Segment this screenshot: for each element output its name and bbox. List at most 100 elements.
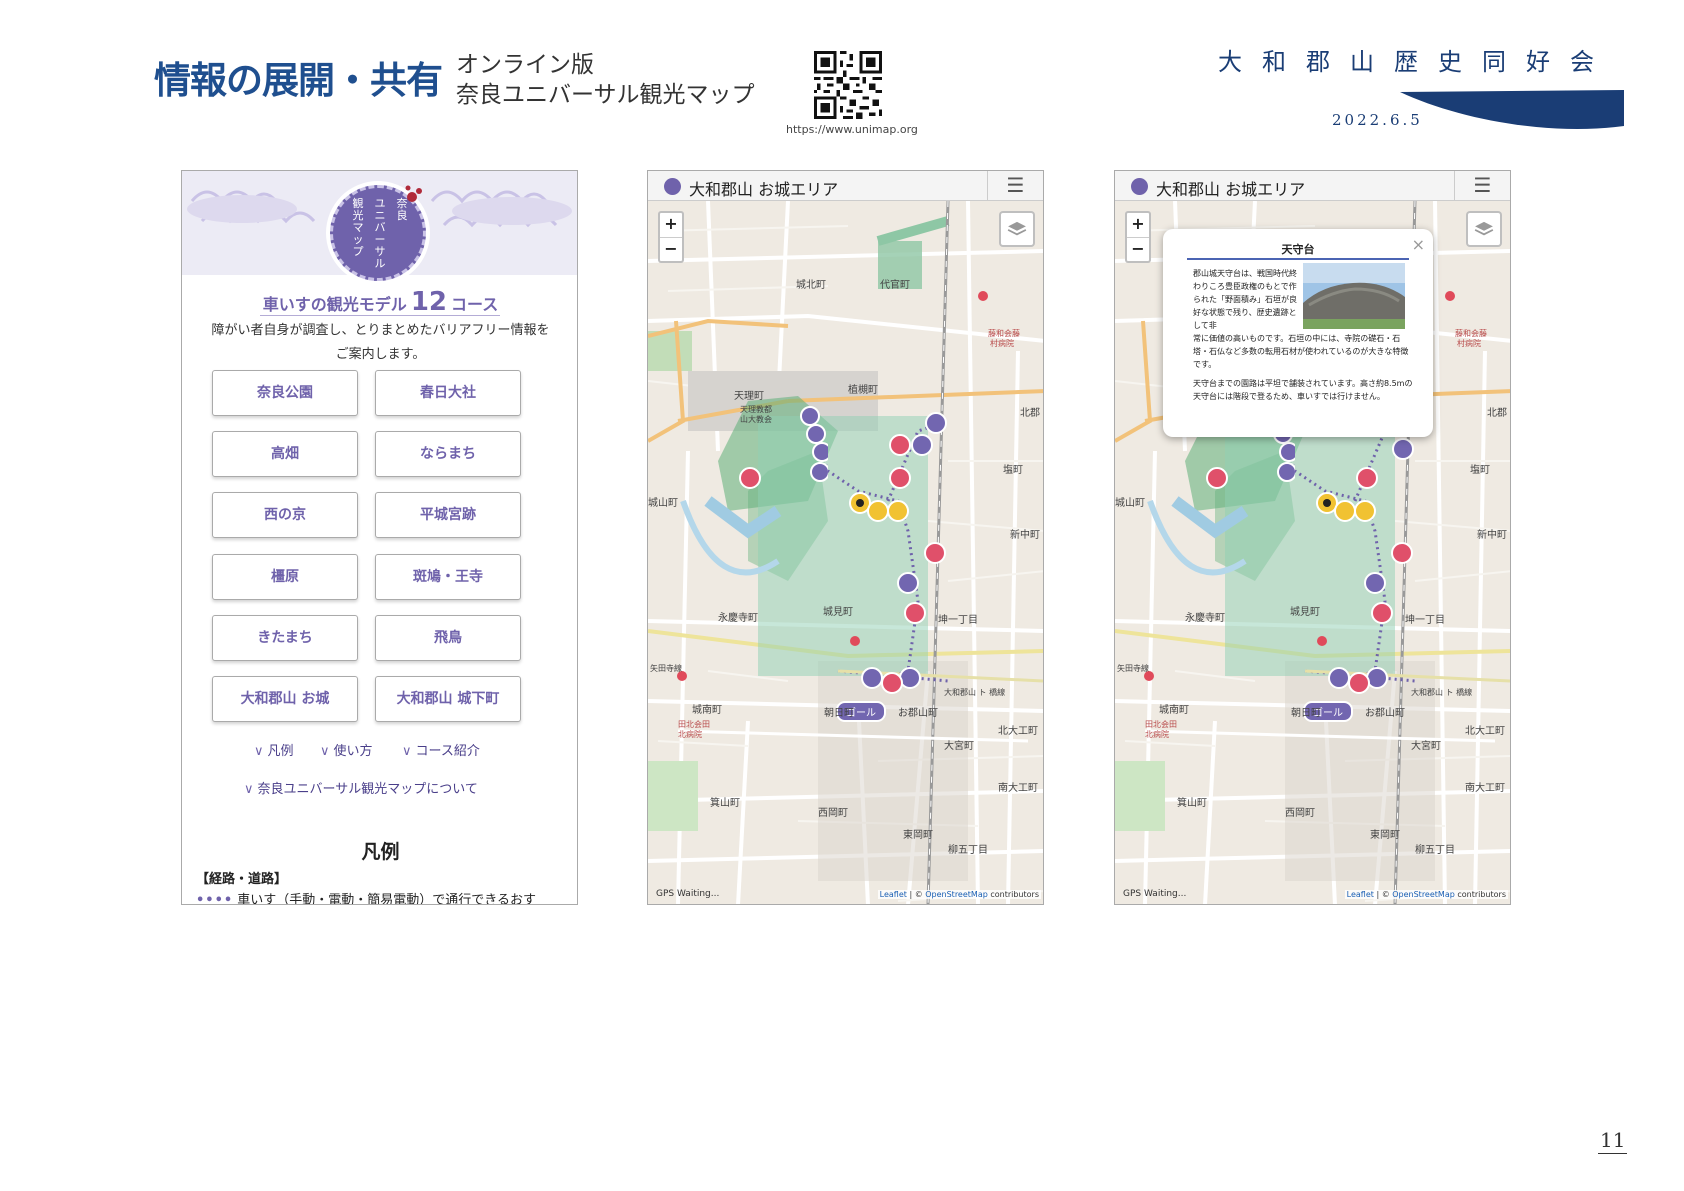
map-label-ojoshita: お郡山町 [898, 708, 938, 719]
attribution-separator: | © [906, 890, 926, 899]
attribution-separator: | © [1373, 890, 1393, 899]
map-label-nishioka: 西岡町 [818, 808, 848, 819]
site-logo-icon [1131, 178, 1148, 195]
close-icon[interactable]: × [1412, 235, 1425, 254]
map-label-higashioka: 東岡町 [1370, 830, 1400, 841]
map-label-rail: 大和郡山 ト 橋線 [1411, 688, 1473, 697]
zoom-control: + − [658, 211, 684, 263]
map-header: 大和郡山 お城エリア ☰ [1115, 171, 1510, 201]
course-button-heijo-palace[interactable]: 平城宮跡 [375, 492, 521, 538]
heading-suffix: コース [451, 295, 499, 314]
wheelchair-pin-icon[interactable] [1205, 466, 1229, 492]
map-label-shinchu: 新中町 [1477, 530, 1507, 541]
wheelchair-pin-icon[interactable] [1390, 541, 1414, 567]
page-number: 11 [1598, 1128, 1628, 1154]
heading-underline [260, 315, 500, 316]
course-button-koriyama-castle[interactable]: 大和郡山 お城 [212, 676, 358, 722]
popup-accessibility-note: 天守台までの園路は平坦で舗装されています。高さ約8.5mの天守台には階段で登るた… [1193, 379, 1413, 401]
map-label-daikan: 代官町 [880, 280, 910, 291]
map-label-omiya: 大宮町 [1411, 741, 1441, 752]
wheelchair-pin-icon[interactable] [903, 601, 927, 627]
popup-description-continued: 常に価値の高いものです。石垣の中には、寺院の礎石・石塔・石仏など多数の転用石材が… [1193, 334, 1409, 369]
map-canvas[interactable]: ゴール 北郡 塩町 城山町 新中町 永慶寺町 城見町 坤一丁目 矢田寺線 大和郡… [1115, 201, 1510, 904]
course-button-kashihara[interactable]: 橿原 [212, 554, 358, 600]
course-button-kitamachi[interactable]: きたまち [212, 615, 358, 661]
map-canvas[interactable]: ゴール 城北町 代官町 天理町 天理教都 山大教会 植槻町 北郡 塩町 城山町 … [648, 201, 1043, 904]
map-label-nishioka: 西岡町 [1285, 808, 1315, 819]
map-label-kitagun: 北郡 [1487, 408, 1507, 419]
map-label-yanagi5: 柳五丁目 [1415, 845, 1455, 856]
hamburger-menu-icon[interactable]: ☰ [1454, 171, 1510, 201]
map-label-yatagi: 矢田寺線 [650, 664, 682, 673]
about-map-link[interactable]: ∨ 奈良ユニバーサル観光マップについて [244, 778, 478, 797]
presentation-date: 2022.6.5 [1332, 111, 1423, 129]
courses-heading: 車いすの観光モデル 12 コース [182, 287, 577, 317]
course-button-nishinokyo[interactable]: 西の京 [212, 492, 358, 538]
leaflet-link[interactable]: Leaflet [1347, 890, 1374, 899]
legend-item-wheelchair-route: •••• 車いす（手動・電動・簡易電動）で通行できるおす [196, 889, 536, 904]
map-attribution: Leaflet | © OpenStreetMap contributors [877, 890, 1041, 899]
map-label-ojoshita: お郡山町 [1365, 708, 1405, 719]
subtitle-line-2: 奈良ユニバーサル観光マップ [456, 82, 755, 108]
map-title: 大和郡山 お城エリア [689, 180, 839, 199]
caution-marker-cluster[interactable] [1315, 491, 1385, 525]
map-label-shinchu: 新中町 [1010, 530, 1040, 541]
legend-link[interactable]: ∨ 凡例 [254, 740, 294, 759]
accessible-toilet-marker-cluster[interactable] [798, 406, 828, 486]
chevron-down-icon: ∨ [244, 782, 254, 797]
zoom-out-button[interactable]: − [660, 237, 682, 261]
howto-link[interactable]: ∨ 使い方 [320, 740, 373, 759]
osm-link[interactable]: OpenStreetMap [1392, 890, 1455, 899]
caution-marker-cluster[interactable] [848, 491, 918, 525]
wheelchair-pin-icon[interactable] [880, 671, 904, 697]
parking-pin-icon[interactable] [896, 571, 920, 597]
zoom-in-button[interactable]: + [1127, 213, 1149, 237]
wheelchair-pin-icon[interactable] [1347, 671, 1371, 697]
wheelchair-pin-icon[interactable] [738, 466, 762, 492]
subtitle-line-1: オンライン版 [456, 52, 594, 78]
course-button-ikaruga-oji[interactable]: 斑鳩・王寺 [375, 554, 521, 600]
course-intro-link[interactable]: ∨ コース紹介 [402, 740, 480, 759]
qr-url[interactable]: https://www.unimap.org [786, 123, 918, 136]
course-button-koriyama-town[interactable]: 大和郡山 城下町 [375, 676, 521, 722]
leaflet-link[interactable]: Leaflet [880, 890, 907, 899]
course-button-kasuga-taisha[interactable]: 春日大社 [375, 370, 521, 416]
description-line-1: 障がい者自身が調査し、とりまとめたバリアフリー情報を [211, 323, 550, 338]
qr-code[interactable] [814, 51, 882, 119]
toilet-pin-icon[interactable] [924, 411, 948, 437]
map-label-tenri: 天理町 [734, 391, 764, 402]
course-button-nara-park[interactable]: 奈良公園 [212, 370, 358, 416]
chevron-down-icon: ∨ [402, 744, 412, 759]
toilet-pin-icon[interactable] [1391, 437, 1415, 463]
osm-link[interactable]: OpenStreetMap [925, 890, 988, 899]
map-label-asahi: 朝日町 [824, 708, 854, 719]
layers-icon[interactable] [1466, 211, 1502, 247]
course-button-takabatake[interactable]: 高畑 [212, 431, 358, 477]
parking-pin-icon[interactable] [1363, 571, 1387, 597]
castle-ruins-photo [1303, 263, 1405, 329]
course-button-naramachi[interactable]: ならまち [375, 431, 521, 477]
map-label-kitadaiku: 北大工町 [1465, 726, 1505, 737]
map-label-minamidaiku: 南大工町 [998, 783, 1038, 794]
zoom-in-button[interactable]: + [660, 213, 682, 237]
layers-icon[interactable] [999, 211, 1035, 247]
hamburger-menu-icon[interactable]: ☰ [987, 171, 1043, 201]
map-label-eikeiji: 永慶寺町 [718, 613, 758, 624]
slide-subtitle: オンライン版 奈良ユニバーサル観光マップ [456, 50, 755, 110]
map-label-eikeiji: 永慶寺町 [1185, 613, 1225, 624]
map-header: 大和郡山 お城エリア ☰ [648, 171, 1043, 201]
map-label-shio: 塩町 [1470, 465, 1490, 476]
map-label-shiroyama: 城山町 [648, 498, 678, 509]
map-label-higashioka: 東岡町 [903, 830, 933, 841]
wheelchair-pin-icon[interactable] [923, 541, 947, 567]
wheelchair-pin-icon[interactable] [1370, 601, 1394, 627]
restaurant-pin-icon[interactable] [888, 466, 912, 492]
course-button-asuka[interactable]: 飛鳥 [375, 615, 521, 661]
map-label-nichome: 坤一丁目 [1405, 615, 1445, 626]
map-label-jonan: 城南町 [692, 705, 722, 716]
zoom-out-button[interactable]: − [1127, 237, 1149, 261]
map-label-omiya: 大宮町 [944, 741, 974, 752]
restaurant-pin-icon[interactable] [1355, 466, 1379, 492]
map-label-jonan: 城南町 [1159, 705, 1189, 716]
map-label-goto-2: 村病院 [990, 339, 1014, 348]
